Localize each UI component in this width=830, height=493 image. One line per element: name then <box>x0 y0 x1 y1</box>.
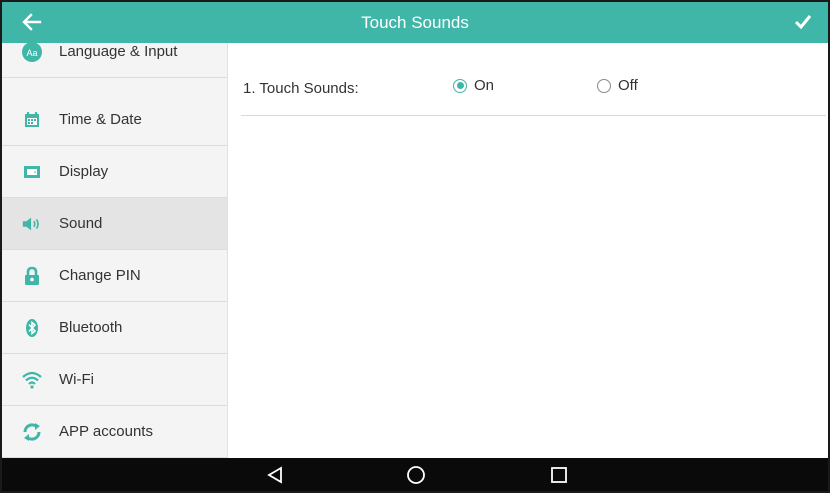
touch-sounds-label: 1. Touch Sounds: <box>243 80 359 97</box>
svg-text:Aa: Aa <box>26 48 37 58</box>
radio-unselected-icon <box>597 78 611 93</box>
save-button[interactable] <box>788 8 818 36</box>
radio-label-on: On <box>474 77 495 94</box>
sidebar-item-label: Change PIN <box>59 267 141 284</box>
calendar-icon <box>21 109 43 131</box>
home-circle-icon <box>407 466 425 484</box>
radio-label-off: Off <box>618 77 638 94</box>
sync-icon <box>21 421 43 443</box>
lock-icon <box>21 265 43 287</box>
screen-frame: Touch Sounds Aa Language & Input Time & … <box>0 0 830 493</box>
sidebar-item-time-date[interactable]: Time & Date <box>2 94 227 146</box>
system-nav-bar <box>2 458 828 491</box>
recents-square-icon <box>551 467 567 483</box>
sidebar-item-wifi[interactable]: Wi-Fi <box>2 354 227 406</box>
touch-sounds-on-radio[interactable]: On <box>453 77 494 94</box>
radio-selected-icon <box>453 78 467 93</box>
settings-sidebar: Aa Language & Input Time & Date Display … <box>2 43 228 458</box>
sidebar-item-label: Language & Input <box>59 43 178 60</box>
wifi-icon <box>21 369 43 391</box>
sidebar-item-label: Sound <box>59 215 103 232</box>
speaker-icon <box>21 213 43 235</box>
sidebar-item-label: Time & Date <box>59 111 142 128</box>
sidebar-item-label: APP accounts <box>59 423 153 440</box>
sidebar-item-label: Display <box>59 163 109 180</box>
sidebar-item-app-accounts[interactable]: APP accounts <box>2 406 227 458</box>
title-bar: Touch Sounds <box>2 2 828 43</box>
language-icon: Aa <box>21 43 43 63</box>
sidebar-item-change-pin[interactable]: Change PIN <box>2 250 227 302</box>
settings-content: 1. Touch Sounds: On Off <box>229 43 828 458</box>
display-icon <box>21 161 43 183</box>
page-title: Touch Sounds <box>361 13 469 32</box>
bluetooth-icon <box>21 317 43 339</box>
checkmark-icon <box>794 15 812 30</box>
sidebar-item-bluetooth[interactable]: Bluetooth <box>2 302 227 354</box>
sidebar-item-display[interactable]: Display <box>2 146 227 198</box>
sidebar-item-label: Wi-Fi <box>59 371 94 388</box>
nav-recents-button[interactable] <box>544 462 574 488</box>
touch-sounds-row: 1. Touch Sounds: On Off <box>241 67 826 116</box>
sidebar-item-label: Bluetooth <box>59 319 123 336</box>
touch-sounds-off-radio[interactable]: Off <box>597 77 638 94</box>
sidebar-item-language-input[interactable]: Aa Language & Input <box>2 43 227 78</box>
nav-home-button[interactable] <box>401 462 431 488</box>
nav-back-button[interactable] <box>260 462 290 488</box>
sidebar-item-sound[interactable]: Sound <box>2 198 227 250</box>
back-triangle-icon <box>267 466 282 484</box>
